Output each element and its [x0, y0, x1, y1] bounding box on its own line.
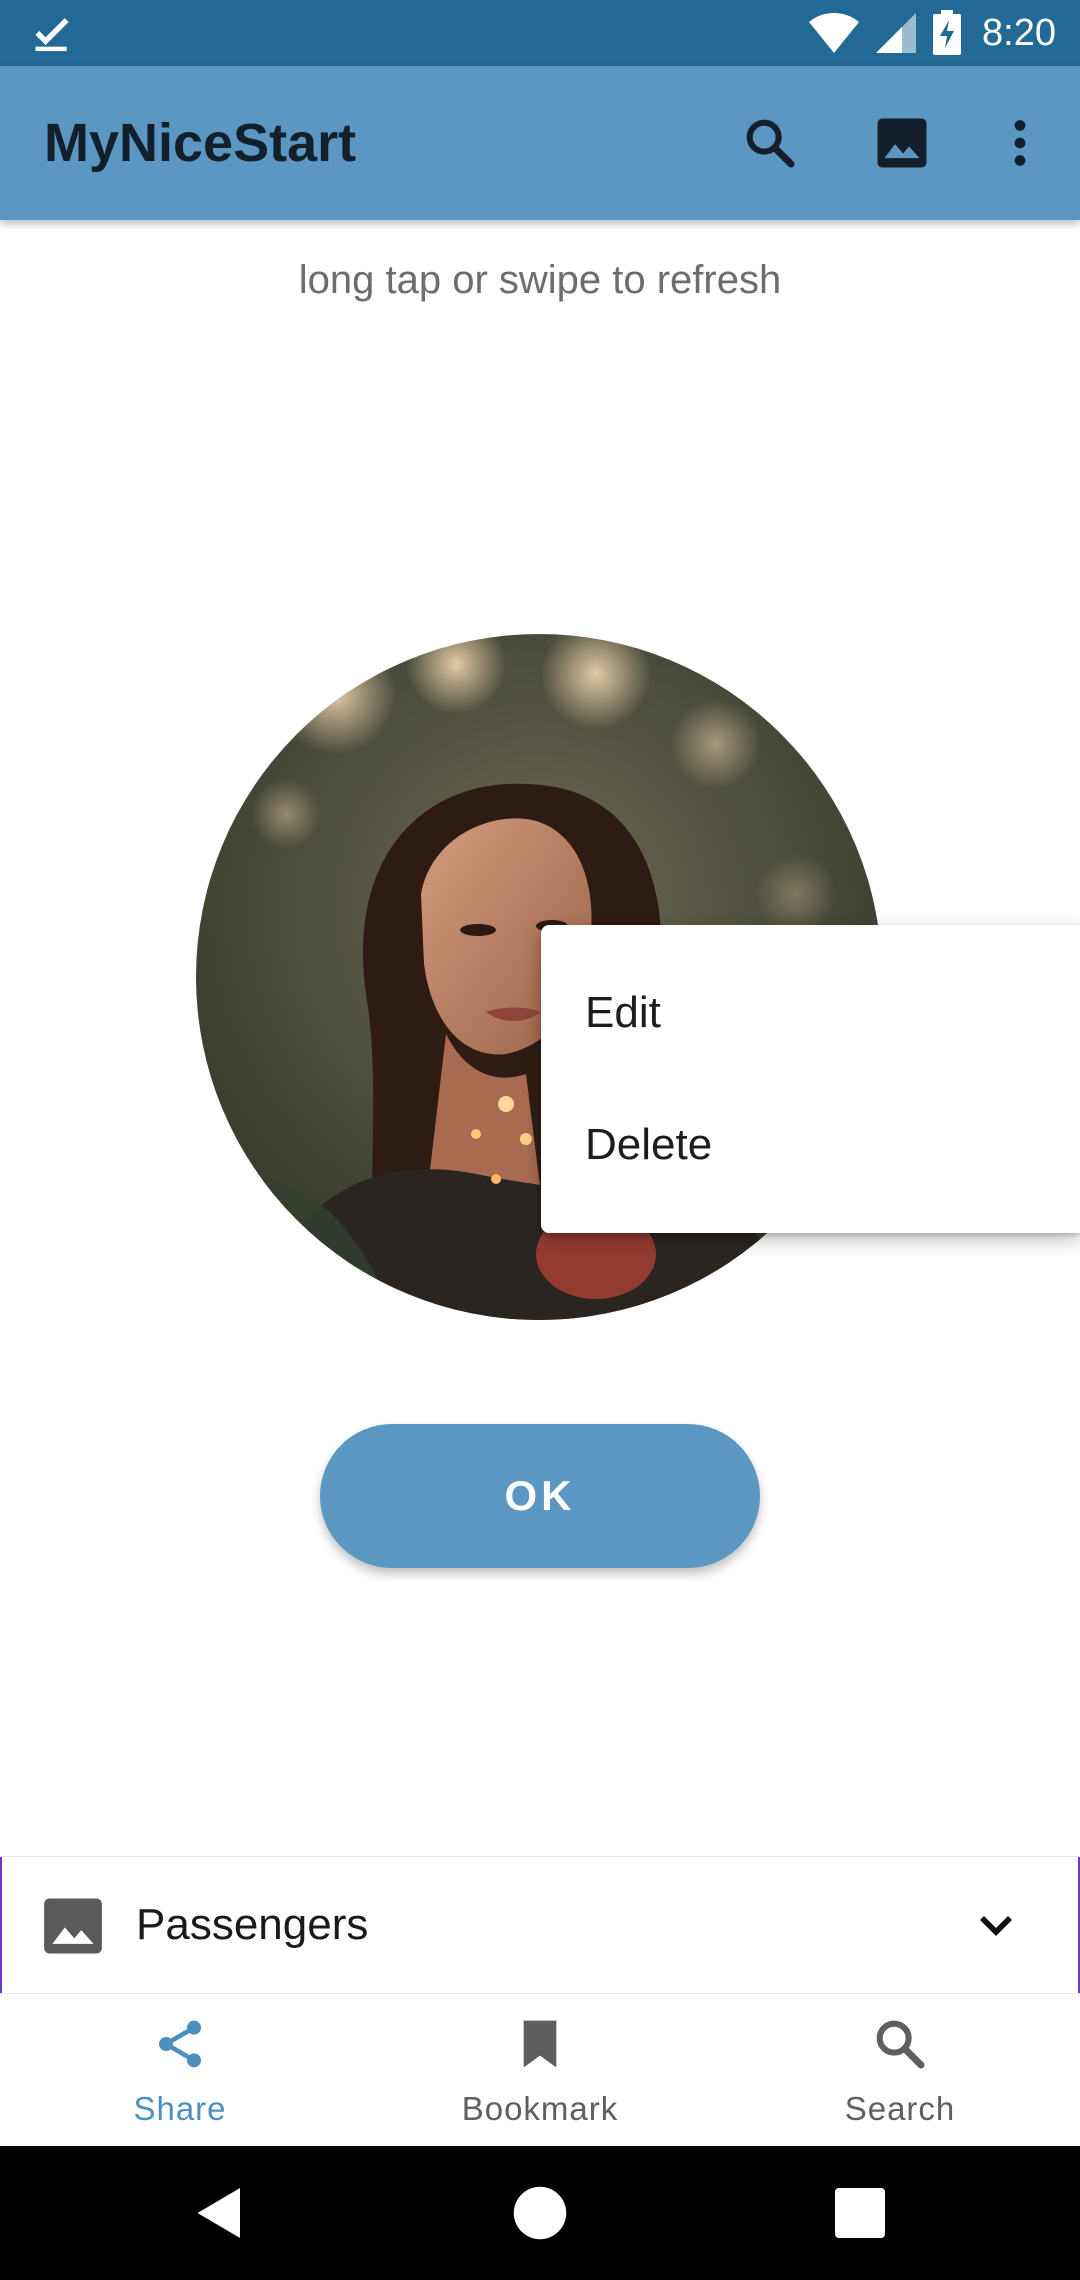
image-icon [44, 1898, 102, 1954]
system-navigation-bar [0, 2146, 1080, 2280]
more-vert-icon [1014, 120, 1026, 166]
search-icon [746, 119, 795, 168]
status-icons: 8:20 [808, 0, 1056, 66]
check-icon [35, 18, 69, 52]
menu-item-edit[interactable]: Edit [541, 947, 1080, 1079]
image-icon [877, 118, 927, 168]
app-bar: MyNiceStart [0, 66, 1080, 220]
dropdown-selected-value: Passengers [136, 1900, 369, 1949]
bottom-navigation: Share Bookmark Search [0, 1994, 1080, 2146]
passengers-dropdown[interactable]: Passengers [0, 1856, 1080, 1994]
status-bar: 8:20 [0, 0, 1080, 66]
nav-item-bookmark[interactable]: Bookmark [360, 1994, 720, 2146]
battery-charging-icon [933, 10, 962, 55]
image-button[interactable] [866, 107, 938, 179]
nav-label-share: Share [133, 2090, 227, 2127]
screen: 8:20 MyNiceStart long tap or swipe to re… [0, 0, 1080, 2280]
signal-icon [876, 13, 917, 53]
recents-icon[interactable] [830, 2183, 890, 2243]
nav-label-search: Search [844, 2090, 956, 2127]
nav-label-bookmark: Bookmark [461, 2090, 619, 2127]
nav-item-share[interactable]: Share [0, 1994, 360, 2146]
status-time: 8:20 [982, 11, 1056, 54]
ok-button[interactable]: OK [320, 1424, 760, 1568]
nav-item-search[interactable]: Search [720, 1994, 1080, 2146]
app-title: MyNiceStart [44, 113, 357, 173]
home-icon[interactable] [510, 2183, 570, 2243]
search-icon [876, 2020, 925, 2069]
back-icon[interactable] [190, 2183, 250, 2243]
wifi-icon [809, 13, 860, 53]
share-icon [159, 2020, 201, 2068]
menu-item-delete[interactable]: Delete [541, 1079, 1080, 1211]
overflow-menu-button[interactable] [984, 107, 1056, 179]
bookmark-icon [523, 2020, 557, 2068]
search-button[interactable] [734, 107, 806, 179]
chevron-down-icon [980, 1916, 1012, 1936]
refresh-hint: long tap or swipe to refresh [298, 258, 782, 302]
context-menu: Edit Delete [541, 925, 1080, 1233]
